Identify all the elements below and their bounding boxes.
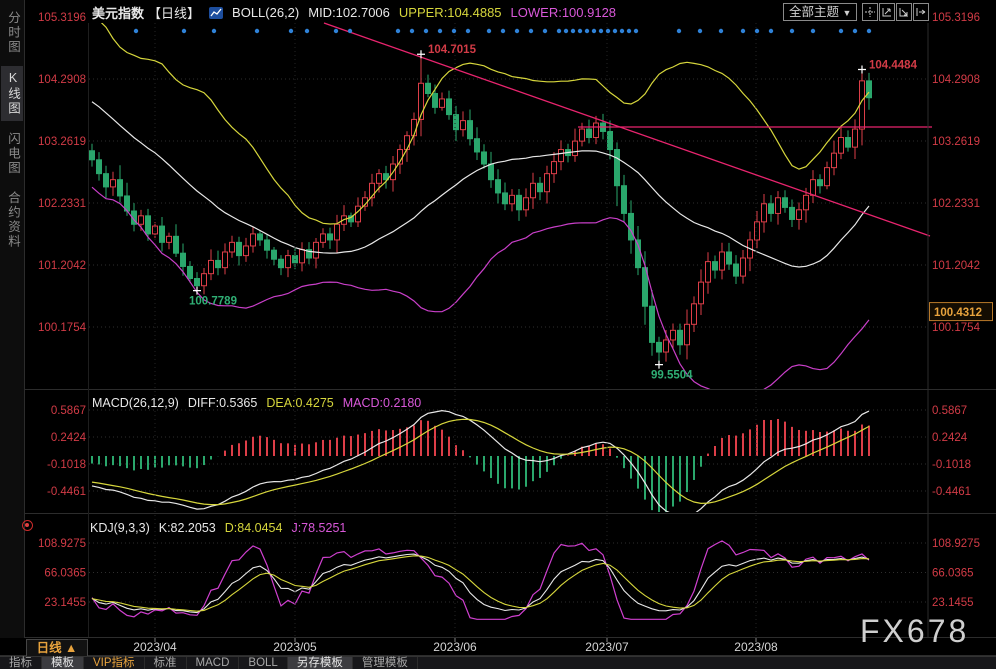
svg-text:104.4484: 104.4484: [869, 59, 918, 71]
kdj-header: KDJ(9,3,3) K:82.2053 D:84.0454 J:78.5251: [90, 521, 346, 535]
macd-diff-value: DIFF:0.5365: [187, 396, 258, 410]
period-tab-daily[interactable]: 日线 ▲: [26, 639, 88, 657]
macd-value: MACD:0.2180: [342, 396, 422, 410]
zoom-range-icon[interactable]: [896, 3, 912, 21]
svg-text:100.7789: 100.7789: [189, 296, 237, 308]
svg-text:99.5504: 99.5504: [651, 370, 693, 382]
svg-text:0.5867: 0.5867: [932, 405, 967, 417]
svg-text:0.2424: 0.2424: [51, 432, 87, 444]
sidebar-item-2[interactable]: 闪电图: [1, 127, 23, 181]
sidebar-item-0[interactable]: 分时图: [1, 6, 23, 60]
svg-text:102.2331: 102.2331: [38, 198, 86, 210]
svg-text:100.1754: 100.1754: [38, 322, 87, 334]
boll-mid-value: MID:102.7006: [308, 5, 390, 20]
svg-text:2023/06: 2023/06: [433, 640, 477, 654]
svg-text:0.5867: 0.5867: [51, 405, 86, 417]
svg-text:103.2619: 103.2619: [932, 136, 980, 148]
macd-dea-value: DEA:0.4275: [266, 396, 334, 410]
kdj-settings-icon[interactable]: [22, 520, 33, 531]
chart-canvas[interactable]: 104.7015 104.4484 100.7789 99.5504 105.3196 1…: [0, 0, 996, 669]
chart-type-icon: [209, 6, 224, 19]
svg-text:2023/04: 2023/04: [133, 640, 177, 654]
zoom-axis-icon[interactable]: [879, 3, 895, 21]
svg-text:100.1754: 100.1754: [932, 322, 981, 334]
sidebar-item-1[interactable]: K线图: [1, 65, 23, 121]
watermark: FX678: [860, 613, 970, 649]
macd-title: MACD(26,12,9): [92, 396, 179, 410]
svg-text:2023/08: 2023/08: [734, 640, 778, 654]
svg-text:-0.4461: -0.4461: [47, 486, 86, 498]
toolbar-item-3[interactable]: 标准: [145, 657, 187, 669]
svg-text:2023/05: 2023/05: [273, 640, 317, 654]
svg-text:-0.4461: -0.4461: [932, 486, 971, 498]
sidebar-item-3[interactable]: 合约资料: [1, 186, 23, 254]
svg-text:108.9275: 108.9275: [932, 538, 980, 550]
boll-label: BOLL(26,2): [232, 5, 300, 20]
svg-text:101.2042: 101.2042: [932, 260, 980, 272]
toolbar-item-4[interactable]: MACD: [187, 657, 240, 669]
svg-text:-0.1018: -0.1018: [932, 459, 971, 471]
svg-text:103.2619: 103.2619: [38, 136, 86, 148]
toolbar-item-7[interactable]: 管理模板: [353, 657, 418, 669]
svg-text:104.2908: 104.2908: [38, 74, 86, 86]
svg-text:104.7015: 104.7015: [428, 44, 477, 56]
indicator-toolbar: 指标 模板 VIP指标 标准 MACD BOLL 另存模板 管理模板: [0, 656, 996, 669]
trading-app-window: { "top_bar": { "symbol": "美元指数", "period…: [0, 0, 996, 669]
macd-header: MACD(26,12,9) DIFF:0.5365 DEA:0.4275 MAC…: [92, 396, 421, 410]
kdj-title: KDJ(9,3,3): [90, 521, 150, 535]
chart-header: 美元指数 【日线】 BOLL(26,2) MID:102.7006 UPPER:…: [92, 3, 616, 22]
toolbar-item-5[interactable]: BOLL: [239, 657, 288, 669]
toolbar-item-1[interactable]: 模板: [42, 657, 84, 669]
svg-text:-0.1018: -0.1018: [47, 459, 86, 471]
kdj-k-value: K:82.2053: [158, 521, 216, 535]
svg-text:102.2331: 102.2331: [932, 198, 980, 210]
svg-text:66.0365: 66.0365: [44, 568, 86, 580]
theme-dropdown[interactable]: 全部主题 ▼: [783, 3, 858, 21]
svg-text:108.9275: 108.9275: [38, 538, 86, 550]
toolbar-item-2[interactable]: VIP指标: [84, 657, 145, 669]
chart-mode-sidebar: 分时图 K线图闪电图合约资料: [0, 0, 25, 638]
toolbar-item-6[interactable]: 另存模板: [287, 657, 353, 669]
kdj-d-value: D:84.0454: [224, 521, 283, 535]
theme-dropdown-label: 全部主题: [789, 5, 840, 19]
chevron-down-icon: ▼: [842, 8, 852, 18]
kdj-j-value: J:78.5251: [291, 521, 347, 535]
symbol-name: 美元指数: [92, 6, 145, 21]
boll-upper-value: UPPER:104.4885: [398, 5, 502, 20]
period-label: 【日线】: [148, 6, 201, 21]
shift-right-icon[interactable]: [913, 3, 929, 21]
svg-text:105.3196: 105.3196: [932, 12, 980, 24]
svg-text:66.0365: 66.0365: [932, 568, 974, 580]
svg-text:104.2908: 104.2908: [932, 74, 980, 86]
boll-lower-value: LOWER:100.9128: [510, 5, 617, 20]
pan-tool-icon[interactable]: [862, 3, 878, 21]
svg-text:105.3196: 105.3196: [38, 12, 86, 24]
svg-text:23.1455: 23.1455: [44, 597, 86, 609]
svg-text:100.4312: 100.4312: [934, 307, 982, 319]
svg-text:101.2042: 101.2042: [38, 260, 86, 272]
toolbar-item-0[interactable]: 指标: [0, 657, 42, 669]
svg-text:0.2424: 0.2424: [932, 432, 968, 444]
svg-text:23.1455: 23.1455: [932, 597, 974, 609]
svg-text:2023/07: 2023/07: [585, 640, 629, 654]
